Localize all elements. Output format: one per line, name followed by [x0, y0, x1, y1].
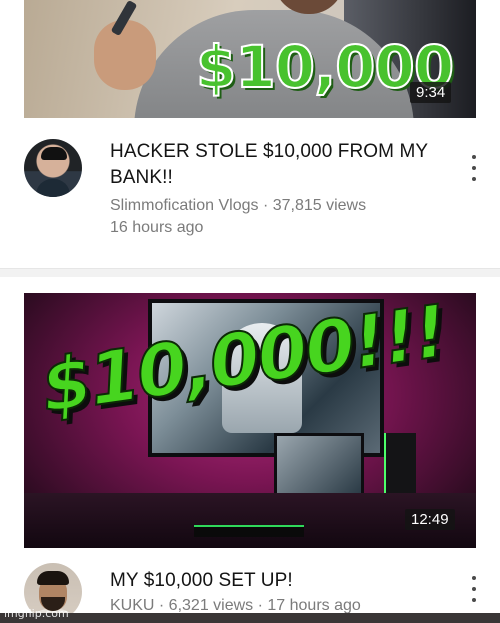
thumbnail-second-monitor — [274, 433, 364, 497]
vertical-ellipsis-icon[interactable] — [470, 576, 478, 602]
thumbnail-keyboard — [194, 525, 304, 537]
upload-age: 17 hours ago — [267, 597, 361, 614]
video-duration-badge: 9:34 — [410, 82, 452, 103]
bottom-bar — [0, 613, 500, 623]
watermark: imgflip.com — [4, 607, 69, 620]
view-count: 37,815 views — [272, 197, 367, 214]
video-thumbnail-1[interactable]: $10,000 — [24, 0, 476, 118]
meta-separator: · — [154, 597, 169, 614]
meta-separator: · — [253, 597, 268, 614]
channel-name[interactable]: Slimmofication Vlogs — [110, 197, 259, 214]
feed-divider — [0, 268, 500, 277]
video-title[interactable]: HACKER STOLE $10,000 FROM MY BANK!! — [110, 139, 450, 191]
thumbnail-hand — [94, 20, 156, 90]
channel-avatar[interactable] — [24, 139, 82, 197]
vertical-ellipsis-icon[interactable] — [470, 155, 478, 181]
meta-separator: · — [258, 197, 273, 214]
video-feed: $10,000 9:34 HACKER STOLE $10,000 FROM M… — [0, 0, 500, 623]
view-count: 6,321 views — [168, 597, 254, 614]
video-meta: Slimmofication Vlogs · 37,815 views — [110, 195, 460, 217]
video-duration-badge: 12:49 — [405, 509, 455, 530]
video-title[interactable]: MY $10,000 SET UP! — [110, 568, 450, 594]
avatar-shirt — [36, 179, 70, 197]
channel-name[interactable]: KUKU — [110, 597, 154, 614]
avatar-hair — [37, 571, 69, 585]
upload-age: 16 hours ago — [110, 219, 204, 236]
avatar-hair — [41, 147, 67, 160]
